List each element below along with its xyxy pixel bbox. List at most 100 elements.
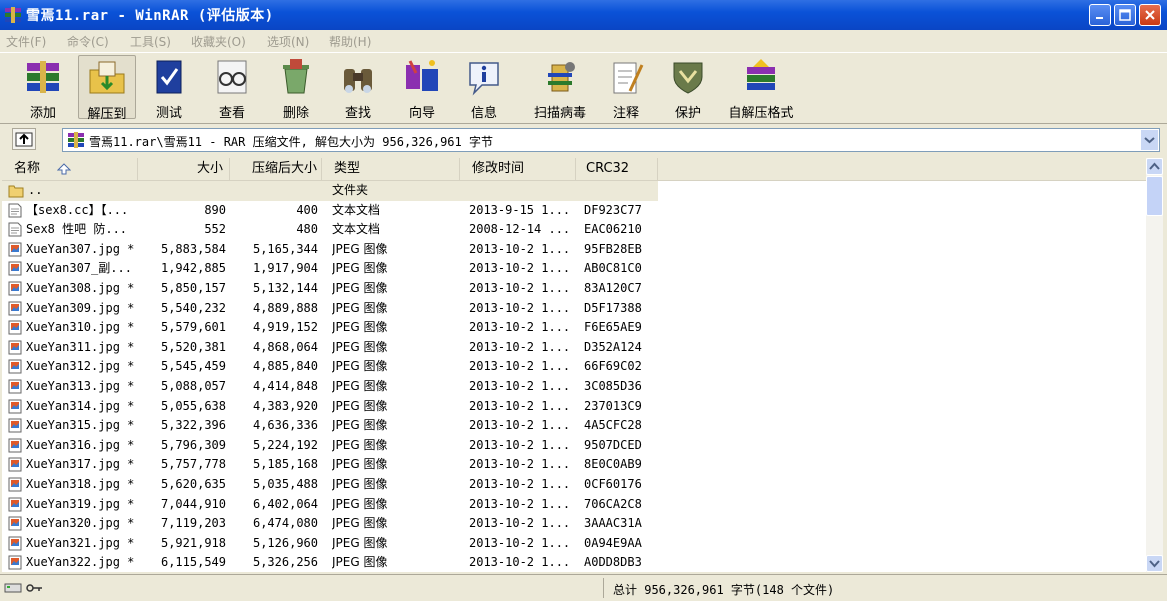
file-row[interactable]: XueYan311.jpg * 5,520,381 4,868,064 JPEG 图像…	[2, 338, 1146, 358]
file-size: 7,044,910	[160, 496, 226, 511]
menu-commands[interactable]: 命令(C)	[67, 33, 109, 50]
file-row[interactable]: XueYan314.jpg * 5,055,638 4,383,920 JPEG 图像…	[2, 397, 1146, 417]
file-row[interactable]: XueYan308.jpg * 5,850,157 5,132,144 JPEG 图像…	[2, 279, 1146, 299]
file-row[interactable]: XueYan318.jpg * 5,620,635 5,035,488 JPEG 图像…	[2, 475, 1146, 495]
file-row[interactable]: XueYan322.jpg * 6,115,549 5,326,256 JPEG 图像…	[2, 553, 1146, 572]
drive-key-icon[interactable]	[4, 581, 44, 595]
file-name: XueYan322.jpg *	[26, 555, 135, 570]
find-button[interactable]: 查找	[330, 55, 386, 121]
menu-help[interactable]: 帮助(H)	[329, 33, 371, 50]
maximize-button[interactable]	[1114, 4, 1136, 26]
column-size-header[interactable]: 大小	[138, 158, 230, 180]
menu-favorites[interactable]: 收藏夹(O)	[191, 33, 246, 50]
file-packed-size: 5,126,960	[252, 535, 318, 550]
vertical-scrollbar[interactable]	[1146, 158, 1163, 572]
menu-file[interactable]: 文件(F)	[6, 33, 46, 50]
up-folder-button[interactable]	[12, 128, 36, 150]
delete-label: 删除	[282, 106, 309, 121]
sfx-button[interactable]: 自解压格式	[724, 55, 798, 121]
file-row[interactable]: XueYan309.jpg * 5,540,232 4,889,888 JPEG 图像…	[2, 299, 1146, 319]
protect-button[interactable]: 保护	[662, 55, 714, 121]
close-icon	[1145, 10, 1155, 20]
extract-folder-icon	[89, 61, 125, 94]
file-row[interactable]: XueYan310.jpg * 5,579,601 4,919,152 JPEG 图像…	[2, 318, 1146, 338]
file-name: 【sex8.cc】【...	[26, 202, 129, 217]
file-type: JPEG 图像	[332, 320, 388, 335]
file-modified: 2013-9-15 1...	[469, 202, 571, 217]
info-icon	[469, 62, 499, 96]
path-text: 雪焉11.rar\雪焉11 - RAR 压缩文件, 解包大小为 956,326,…	[89, 135, 493, 149]
file-crc: 95FB28EB	[584, 241, 642, 256]
status-total: 总计 956,326,961 字节(148 个文件)	[613, 583, 835, 597]
chevron-down-icon	[1144, 137, 1155, 144]
path-combobox[interactable]: 雪焉11.rar\雪焉11 - RAR 压缩文件, 解包大小为 956,326,…	[62, 128, 1160, 152]
column-name-header[interactable]: 名称	[2, 158, 138, 180]
parent-folder-type: 文件夹	[332, 183, 369, 197]
image-file-icon	[8, 555, 22, 570]
extract-to-button[interactable]: 解压到	[78, 55, 136, 122]
file-row[interactable]: XueYan321.jpg * 5,921,918 5,126,960 JPEG 图像…	[2, 534, 1146, 554]
info-button[interactable]: 信息	[458, 55, 510, 121]
delete-button[interactable]: 删除	[268, 55, 324, 121]
column-packed-header[interactable]: 压缩后大小	[230, 158, 322, 180]
wizard-button[interactable]: 向导	[394, 55, 450, 121]
file-row[interactable]: XueYan307.jpg * 5,883,584 5,165,344 JPEG 图像…	[2, 240, 1146, 260]
menu-tools[interactable]: 工具(S)	[130, 33, 171, 50]
file-packed-size: 5,035,488	[252, 477, 318, 491]
file-size: 5,322,396	[160, 418, 226, 433]
protect-label: 保护	[674, 106, 701, 121]
file-size: 5,055,638	[160, 398, 226, 413]
file-row[interactable]: XueYan307_副... 1,942,885 1,917,904 JPEG 图像 2…	[2, 259, 1146, 279]
file-type: JPEG 图像	[332, 261, 388, 276]
close-button[interactable]	[1139, 4, 1161, 26]
file-crc: F6E65AE9	[584, 320, 642, 335]
menu-options[interactable]: 选项(N)	[267, 33, 309, 50]
column-type-header[interactable]: 类型	[322, 158, 460, 180]
file-crc: 83A120C7	[584, 281, 642, 295]
title-bar[interactable]: 雪焉11.rar - WinRAR (评估版本)	[0, 0, 1167, 30]
scroll-up-button[interactable]	[1146, 158, 1163, 175]
column-crc-header[interactable]: CRC32	[576, 158, 658, 180]
minimize-button[interactable]	[1089, 4, 1111, 26]
file-row[interactable]: XueYan317.jpg * 5,757,778 5,185,168 JPEG 图像…	[2, 455, 1146, 475]
find-label: 查找	[344, 106, 371, 121]
maximize-icon	[1119, 9, 1131, 21]
scan-virus-button[interactable]: 扫描病毒	[528, 55, 592, 121]
file-row[interactable]: XueYan316.jpg * 5,796,309 5,224,192 JPEG 图像…	[2, 436, 1146, 456]
scroll-down-button[interactable]	[1146, 555, 1163, 572]
file-modified: 2013-10-2 1...	[469, 320, 571, 335]
file-type: JPEG 图像	[332, 339, 388, 354]
list-header: 名称 大小 压缩后大小 类型 修改时间 CRC32	[2, 158, 1146, 181]
file-row[interactable]: XueYan315.jpg * 5,322,396 4,636,336 JPEG 图像…	[2, 416, 1146, 436]
text-file-icon	[8, 222, 22, 237]
file-name: XueYan309.jpg *	[26, 300, 135, 315]
file-row[interactable]: 【sex8.cc】【... 890 400 文本文档 2013-9-15 1... DF9…	[2, 201, 1146, 221]
recycle-bin-icon	[283, 59, 309, 94]
file-name: XueYan319.jpg *	[26, 496, 135, 511]
file-row[interactable]: XueYan320.jpg * 7,119,203 6,474,080 JPEG 图像…	[2, 514, 1146, 534]
scroll-thumb[interactable]	[1146, 176, 1163, 216]
add-books-icon	[27, 61, 59, 93]
file-row[interactable]: XueYan313.jpg * 5,088,057 4,414,848 JPEG 图像…	[2, 377, 1146, 397]
view-label: 查看	[218, 106, 245, 121]
comment-button[interactable]: 注释	[600, 55, 652, 121]
add-button[interactable]: 添加	[14, 55, 72, 121]
file-row[interactable]: Sex8 性吧 防... 552 480 文本文档 2008-12-14 ... EAC0…	[2, 220, 1146, 240]
file-modified: 2013-10-2 1...	[469, 379, 571, 393]
file-type: JPEG 图像	[332, 418, 388, 433]
file-packed-size: 5,132,144	[252, 281, 318, 295]
view-button[interactable]: 查看	[204, 55, 260, 121]
file-row[interactable]: XueYan312.jpg * 5,545,459 4,885,840 JPEG 图像…	[2, 357, 1146, 377]
archive-icon	[68, 132, 84, 148]
virus-scan-icon	[548, 62, 575, 92]
path-dropdown-button[interactable]	[1141, 130, 1158, 150]
file-row[interactable]: XueYan319.jpg * 7,044,910 6,402,064 JPEG 图像…	[2, 495, 1146, 515]
file-type: 文本文档	[332, 202, 381, 217]
file-list[interactable]: 名称 大小 压缩后大小 类型 修改时间 CRC32 .. 文件夹 【sex8.c…	[2, 158, 1146, 572]
test-button[interactable]: 测试	[142, 55, 196, 121]
file-packed-size: 5,224,192	[252, 437, 318, 452]
column-modified-header[interactable]: 修改时间	[460, 158, 576, 180]
column-packed-label: 压缩后大小	[251, 161, 317, 176]
minimize-icon	[1096, 17, 1103, 19]
parent-folder-row[interactable]: .. 文件夹	[2, 181, 658, 201]
